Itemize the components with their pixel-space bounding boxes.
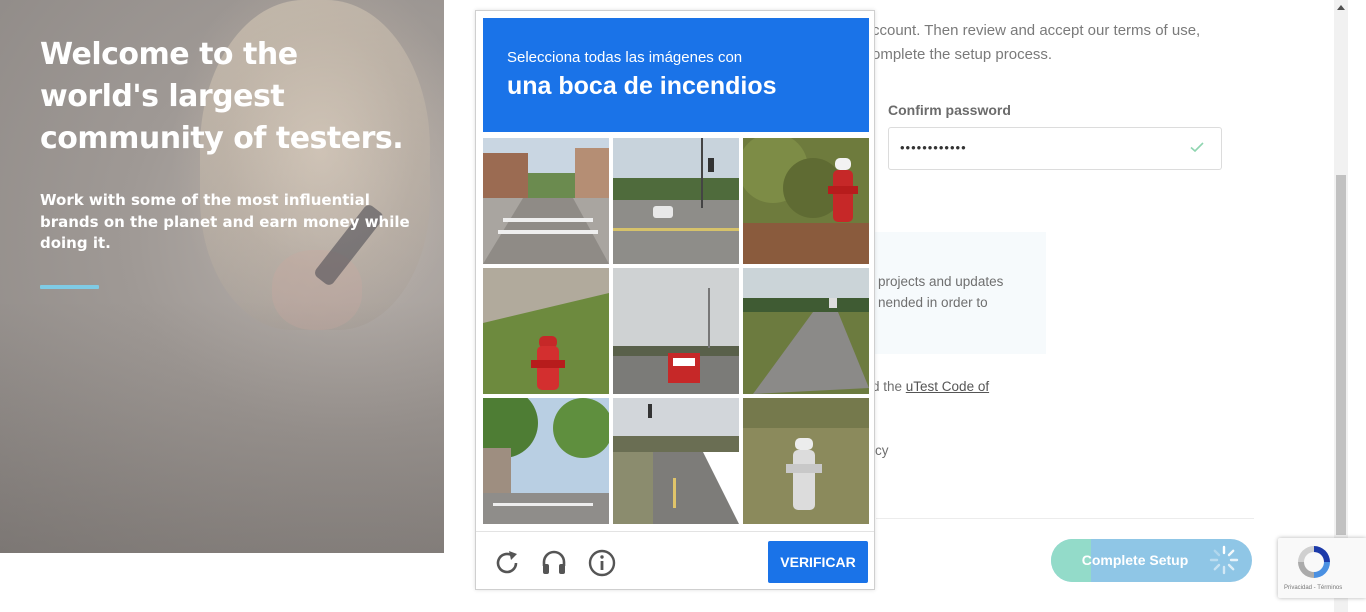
highway-lane-photo-icon	[743, 268, 869, 394]
hero-banner: Welcome to the world's largest community…	[0, 0, 444, 553]
captcha-target-object: una boca de incendios	[507, 72, 777, 100]
intersection-with-car-photo-icon	[613, 138, 739, 264]
code-prefix: d the	[872, 379, 906, 394]
form-intro: ccount. Then review and accept our terms…	[872, 19, 1232, 67]
captcha-instruction: Selecciona todas las imágenes con	[507, 49, 743, 66]
road-with-traffic-lights-photo-icon	[613, 398, 739, 524]
captcha-tile-8[interactable]	[613, 398, 739, 524]
check-icon	[1190, 142, 1204, 153]
info-icon[interactable]	[587, 548, 617, 578]
captcha-tile-4[interactable]	[483, 268, 609, 394]
audio-headphones-icon[interactable]	[539, 548, 569, 578]
tree-lined-street-photo-icon	[483, 398, 609, 524]
captcha-tile-7[interactable]	[483, 398, 609, 524]
hero-subtitle: Work with some of the most influential b…	[40, 191, 410, 252]
captcha-header: Selecciona todas las imágenes con una bo…	[483, 18, 869, 132]
reload-icon[interactable]	[492, 548, 522, 578]
info-line2: nended in order to	[878, 295, 988, 310]
confirm-password-label: Confirm password	[888, 102, 1011, 118]
recaptcha-logo-icon	[1298, 546, 1330, 578]
code-of-conduct-text: d the uTest Code of	[872, 379, 989, 394]
captcha-footer-divider	[476, 531, 874, 532]
street-crossing-photo-icon	[483, 138, 609, 264]
scrollbar-thumb[interactable]	[1336, 175, 1346, 535]
recaptcha-terms[interactable]: Privacidad - Términos	[1284, 585, 1342, 591]
confirm-password-field[interactable]: ••••••••••••	[888, 127, 1222, 170]
captcha-tile-1[interactable]	[483, 138, 609, 264]
code-of-conduct-link[interactable]: uTest Code of	[906, 379, 989, 394]
red-hydrant-in-bushes-photo-icon	[743, 138, 869, 264]
hero-accent-rule	[40, 285, 99, 289]
info-panel	[862, 232, 1046, 354]
confirm-password-value: ••••••••••••	[900, 140, 967, 155]
hero-photo-shadow	[0, 300, 444, 553]
form-intro-line2: omplete the setup process.	[872, 46, 1053, 63]
captcha-tile-9[interactable]	[743, 398, 869, 524]
scroll-up-arrow-icon[interactable]	[1337, 5, 1345, 10]
captcha-tile-6[interactable]	[743, 268, 869, 394]
white-hydrant-photo-icon	[743, 398, 869, 524]
hero-title: Welcome to the world's largest community…	[40, 37, 404, 156]
info-line1: projects and updates	[878, 274, 1004, 289]
red-hydrant-on-grass-photo-icon	[483, 268, 609, 394]
recaptcha-badge[interactable]: Privacidad - Términos	[1278, 538, 1366, 598]
form-divider	[876, 518, 1254, 519]
captcha-image-grid	[483, 138, 869, 524]
captcha-tile-2[interactable]	[613, 138, 739, 264]
complete-setup-label: Complete Setup	[1081, 552, 1189, 568]
complete-setup-button[interactable]: Complete Setup	[1051, 539, 1252, 582]
form-intro-line1: ccount. Then review and accept our terms…	[872, 22, 1201, 39]
verify-button[interactable]: VERIFICAR	[768, 541, 868, 583]
captcha-tile-3[interactable]	[743, 138, 869, 264]
captcha-tile-5[interactable]	[613, 268, 739, 394]
captcha-challenge: Selecciona todas las imágenes con una bo…	[475, 10, 875, 590]
loading-spinner-icon	[1209, 545, 1239, 575]
highway-bridge-truck-photo-icon	[613, 268, 739, 394]
